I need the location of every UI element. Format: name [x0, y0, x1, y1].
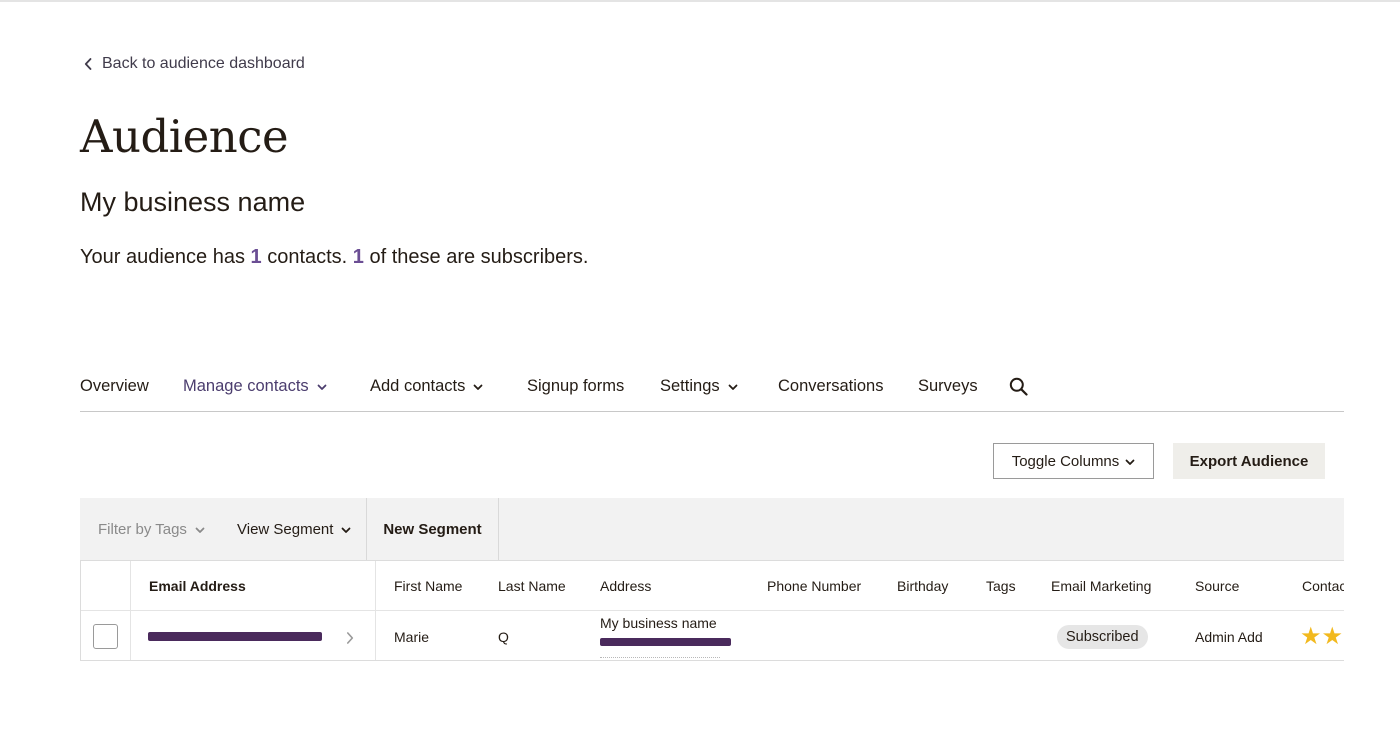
summary-suffix: of these are subscribers.	[363, 246, 589, 268]
top-rule	[0, 0, 1400, 2]
back-link-label: Back to audience dashboard	[102, 55, 305, 72]
new-segment-button[interactable]: New Segment	[366, 498, 499, 560]
status-badge: Subscribed	[1057, 624, 1148, 649]
filter-by-tags-dropdown[interactable]: Filter by Tags	[98, 498, 205, 560]
page-title: Audience	[80, 110, 289, 163]
column-header-source[interactable]: Source	[1195, 561, 1239, 610]
view-segment-dropdown[interactable]: View Segment	[237, 498, 351, 560]
cell-source: Admin Add	[1195, 628, 1263, 645]
nav-surveys[interactable]: Surveys	[918, 377, 978, 396]
nav-label: Manage contacts	[183, 377, 309, 395]
nav-settings[interactable]: Settings	[660, 377, 738, 396]
chevron-right-icon[interactable]	[346, 631, 354, 649]
table-row[interactable]: Marie Q My business name Subscribed Admi…	[81, 611, 1344, 660]
chevron-down-icon	[341, 521, 351, 538]
chevron-down-icon	[317, 377, 327, 396]
nav-overview[interactable]: Overview	[80, 377, 149, 396]
row-select-checkbox[interactable]	[93, 624, 118, 649]
search-icon[interactable]	[1009, 377, 1028, 396]
column-header-contact-rating[interactable]: Contac	[1302, 561, 1344, 610]
nav-label: Add contacts	[370, 377, 466, 395]
cell-contact-rating: ★ ★	[1300, 611, 1344, 660]
nav-add-contacts[interactable]: Add contacts	[370, 377, 483, 396]
column-header-phone-number[interactable]: Phone Number	[767, 561, 861, 610]
subscribers-count: 1	[352, 246, 364, 268]
audience-summary: Your audience has 1 contacts. 1 of these…	[80, 246, 588, 269]
view-segment-label: View Segment	[237, 520, 334, 538]
summary-prefix: Your audience has	[80, 246, 251, 268]
column-divider	[130, 561, 131, 610]
column-divider	[130, 611, 131, 660]
nav-label: Signup forms	[527, 377, 625, 395]
summary-middle: contacts.	[261, 246, 353, 268]
nav-conversations[interactable]: Conversations	[778, 377, 883, 396]
toggle-columns-button[interactable]: Toggle Columns	[993, 443, 1154, 479]
chevron-down-icon	[473, 377, 483, 396]
nav-label: Conversations	[778, 377, 884, 395]
redacted-email[interactable]	[148, 632, 322, 641]
segment-filter-bar: Filter by Tags View Segment New Segment	[80, 498, 1344, 560]
column-divider	[375, 611, 376, 660]
export-audience-button[interactable]: Export Audience	[1173, 443, 1325, 479]
column-header-email[interactable]: Email Address	[149, 561, 246, 610]
star-icon: ★	[1300, 622, 1322, 650]
redacted-address	[600, 638, 731, 646]
table-header-row: Email Address First Name Last Name Addre…	[81, 561, 1344, 611]
column-header-first-name[interactable]: First Name	[394, 561, 462, 610]
cell-address-line1: My business name	[600, 615, 717, 631]
nav-signup-forms[interactable]: Signup forms	[527, 377, 624, 396]
chevron-down-icon	[195, 521, 205, 538]
column-header-email-marketing[interactable]: Email Marketing	[1051, 561, 1151, 610]
toggle-columns-label: Toggle Columns	[1011, 452, 1120, 470]
chevron-down-icon	[728, 377, 738, 396]
audience-nav: Overview Manage contacts Add contacts Si…	[80, 372, 1344, 412]
star-icon: ★	[1321, 622, 1344, 650]
column-header-tags[interactable]: Tags	[986, 561, 1016, 610]
contacts-table: Email Address First Name Last Name Addre…	[80, 560, 1344, 661]
column-divider	[375, 561, 376, 610]
contacts-count: 1	[250, 246, 262, 268]
business-name: My business name	[80, 187, 306, 217]
cell-first-name: Marie	[394, 628, 430, 645]
nav-label: Overview	[80, 377, 149, 395]
column-header-birthday[interactable]: Birthday	[897, 561, 948, 610]
chevron-down-icon	[1125, 453, 1135, 470]
nav-label: Surveys	[918, 377, 978, 395]
cell-email-marketing: Subscribed	[1057, 611, 1148, 660]
column-header-address[interactable]: Address	[600, 561, 651, 610]
address-overflow-text	[600, 657, 720, 660]
column-header-last-name[interactable]: Last Name	[498, 561, 566, 610]
back-to-dashboard-link[interactable]: Back to audience dashboard	[84, 54, 305, 74]
chevron-left-icon	[84, 58, 92, 70]
filter-by-tags-label: Filter by Tags	[98, 520, 187, 538]
nav-manage-contacts[interactable]: Manage contacts	[183, 377, 327, 396]
cell-last-name: Q	[498, 628, 509, 645]
nav-label: Settings	[660, 377, 720, 395]
